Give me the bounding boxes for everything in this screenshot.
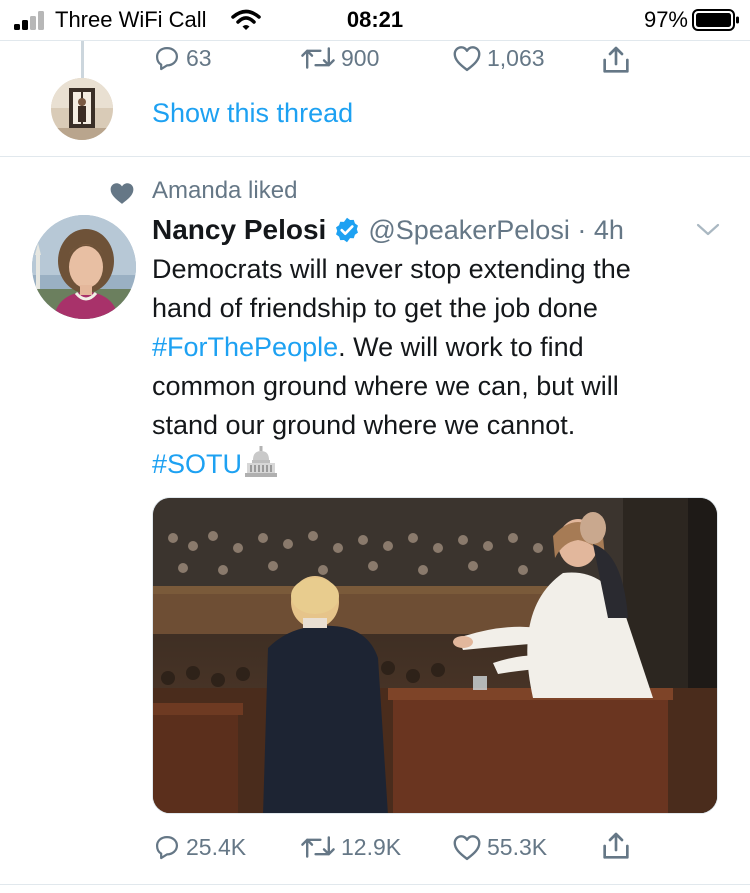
liked-heart-icon [110, 183, 134, 204]
author-handle[interactable]: @SpeakerPelosi · 4h [368, 215, 624, 246]
status-bar: Three WiFi Call 08:21 97% [0, 0, 750, 40]
hashtag-link[interactable]: #SOTU [152, 449, 242, 479]
show-thread-link[interactable]: Show this thread [152, 98, 353, 129]
tweet-divider [0, 156, 750, 157]
tweet-timestamp: 4h [593, 214, 624, 245]
like-count: 1,063 [487, 44, 545, 71]
thread-connector-line [81, 41, 84, 83]
retweet-icon [301, 47, 335, 69]
chevron-down-icon[interactable] [695, 221, 721, 239]
tweet-text-line: common ground where we can, but will [152, 371, 619, 401]
like-count: 55.3K [487, 833, 548, 860]
retweet-count: 900 [341, 44, 380, 71]
clock: 08:21 [346, 7, 404, 32]
battery-percent: 97% [643, 7, 688, 32]
capitol-emoji-icon [245, 446, 278, 477]
heart-icon [453, 835, 481, 861]
verified-badge-icon [336, 217, 359, 243]
battery-icon [692, 9, 739, 31]
thread-author-avatar[interactable] [51, 78, 113, 140]
like-button[interactable]: 55.3K [452, 833, 547, 861]
share-icon [603, 46, 629, 73]
reply-button[interactable]: 25.4K [153, 833, 246, 861]
share-icon [603, 832, 629, 859]
like-button[interactable]: 1,063 [452, 44, 545, 72]
author-name[interactable]: Nancy Pelosi [152, 214, 326, 246]
tweet-photo[interactable] [152, 497, 718, 814]
retweet-button[interactable]: 12.9K [300, 833, 401, 861]
tweet-text-line: #ForThePeople. We will work to find [152, 332, 584, 362]
tweet-text-line: stand our ground where we cannot. [152, 410, 576, 440]
retweet-button[interactable]: 900 [300, 44, 379, 72]
reply-button[interactable]: 63 [153, 44, 212, 72]
status-bar-divider [0, 40, 750, 41]
tweet-text-line: #SOTU [152, 445, 722, 484]
social-context-label: Amanda liked [152, 177, 298, 204]
tweet-text-line: Democrats will never stop extending the [152, 254, 631, 284]
share-button[interactable] [600, 830, 632, 862]
reply-icon [155, 835, 179, 860]
tweet-divider [0, 884, 750, 885]
retweet-count: 12.9K [341, 833, 402, 860]
tweet-text-line: hand of friendship to get the job done [152, 293, 598, 323]
share-button[interactable] [600, 44, 632, 76]
retweet-icon [301, 836, 335, 858]
reply-icon [155, 46, 179, 71]
heart-icon [453, 46, 481, 72]
reply-count: 25.4K [186, 833, 247, 860]
hashtag-link[interactable]: #ForThePeople [152, 332, 338, 362]
author-avatar[interactable] [32, 215, 136, 319]
tweet-text: Democrats will never stop extending the … [152, 250, 722, 484]
reply-count: 63 [186, 44, 212, 71]
tweet-header: Nancy Pelosi @SpeakerPelosi · 4h [152, 211, 624, 249]
